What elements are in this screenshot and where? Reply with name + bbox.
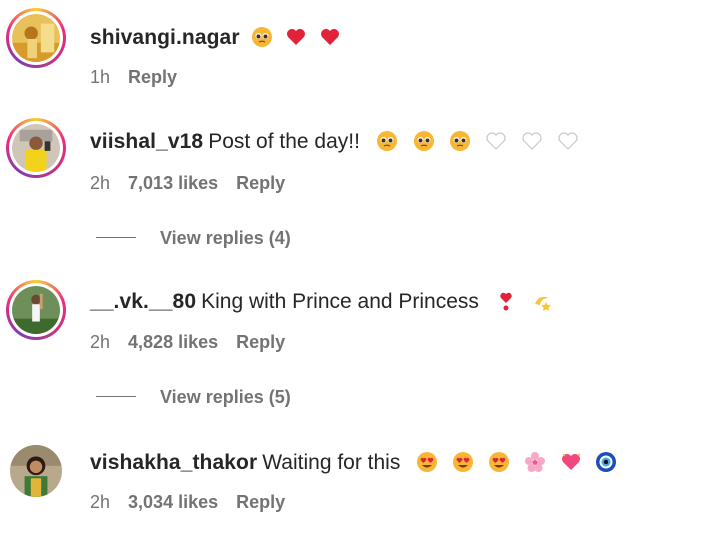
avatar[interactable]	[10, 445, 62, 497]
likes-count[interactable]: 3,034 likes	[128, 491, 218, 513]
reply-button[interactable]: Reply	[236, 491, 285, 513]
avatar[interactable]	[6, 8, 66, 68]
comment-text: King with Prince and Princess	[201, 290, 479, 313]
comment-text: Post of the day!!	[208, 130, 360, 153]
comment-meta: 1h Reply	[90, 66, 177, 88]
pleading-face-icon	[251, 26, 273, 48]
comment-time: 2h	[90, 492, 111, 512]
red-heart-icon	[285, 26, 307, 48]
comment-username[interactable]: shivangi.nagar	[90, 26, 240, 49]
comment-username[interactable]: vishakha_thakor	[90, 451, 257, 474]
heart-exclamation-icon	[495, 290, 517, 312]
avatar[interactable]	[6, 118, 66, 178]
comment-username[interactable]: __.vk.__80	[90, 290, 196, 313]
comment-line: vishakha_thakor Waiting for this	[90, 449, 617, 477]
reply-button[interactable]: Reply	[128, 66, 177, 88]
comment-meta: 2h 3,034 likes Reply	[90, 491, 285, 513]
white-heart-icon	[485, 130, 507, 152]
view-replies-button[interactable]: View replies (5)	[96, 386, 291, 408]
likes-count[interactable]: 7,013 likes	[128, 172, 218, 194]
nazar-amulet-icon	[595, 451, 617, 473]
comment-line: viishal_v18 Post of the day!!	[90, 128, 579, 156]
white-heart-icon	[557, 130, 579, 152]
comments-list: shivangi.nagar 1h Reply viishal_v18 Post o…	[0, 0, 723, 533]
cherry-blossom-icon	[524, 451, 546, 473]
comment-line: shivangi.nagar	[90, 24, 341, 52]
comment-time: 2h	[90, 332, 111, 352]
comment-text: Waiting for this	[262, 451, 401, 474]
reply-button[interactable]: Reply	[236, 172, 285, 194]
comment-time: 2h	[90, 173, 111, 193]
heart-eyes-icon	[452, 451, 474, 473]
likes-count[interactable]: 4,828 likes	[128, 331, 218, 353]
heart-eyes-icon	[488, 451, 510, 473]
red-heart-icon	[319, 26, 341, 48]
view-replies-label: View replies (5)	[160, 387, 291, 407]
view-replies-label: View replies (4)	[160, 228, 291, 248]
pleading-face-icon	[376, 130, 398, 152]
comment-username[interactable]: viishal_v18	[90, 130, 203, 153]
avatar[interactable]	[6, 280, 66, 340]
comment-meta: 2h 4,828 likes Reply	[90, 331, 285, 353]
comment-line: __.vk.__80 King with Prince and Princess	[90, 288, 553, 316]
comment-time: 1h	[90, 67, 111, 87]
heart-eyes-icon	[416, 451, 438, 473]
view-replies-button[interactable]: View replies (4)	[96, 227, 291, 249]
pleading-face-icon	[449, 130, 471, 152]
replies-divider	[96, 237, 136, 238]
reply-button[interactable]: Reply	[236, 331, 285, 353]
replies-divider	[96, 396, 136, 397]
comment-meta: 2h 7,013 likes Reply	[90, 172, 285, 194]
sparkling-heart-icon	[560, 451, 582, 473]
dizzy-icon	[531, 290, 553, 312]
white-heart-icon	[521, 130, 543, 152]
pleading-face-icon	[413, 130, 435, 152]
